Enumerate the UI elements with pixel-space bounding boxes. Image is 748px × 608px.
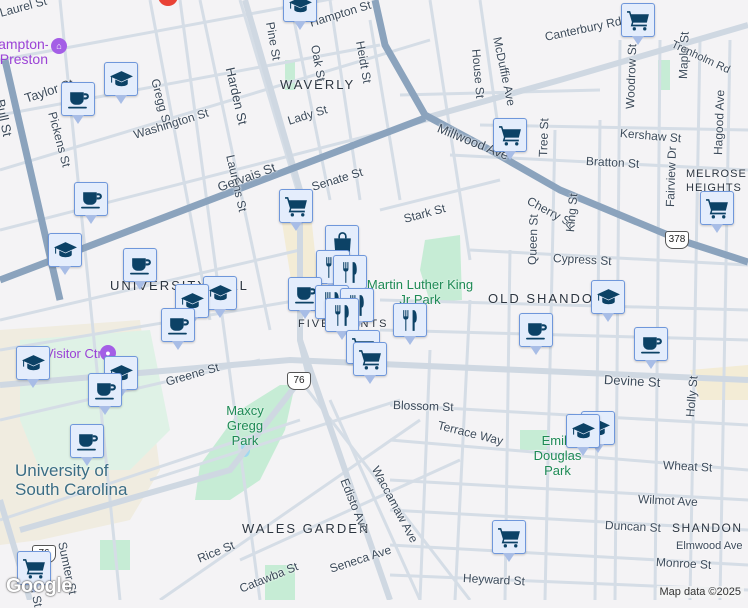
street-label: Devine St — [603, 372, 661, 390]
graduation-cap-icon — [596, 285, 621, 310]
fork-knife-icon — [330, 303, 355, 328]
street-label: Bratton St — [585, 154, 640, 171]
graduation-cap-icon — [571, 419, 596, 444]
grocery-marker[interactable] — [621, 3, 655, 45]
coffee-cup-icon — [75, 429, 100, 454]
shopping-cart-icon — [498, 123, 523, 148]
grocery-marker[interactable] — [700, 191, 734, 233]
fork-knife-icon — [398, 308, 423, 333]
restaurant-marker[interactable] — [333, 255, 367, 297]
shopping-cart-icon — [626, 8, 651, 33]
street-label: Hagood Ave — [711, 89, 728, 156]
school-marker[interactable] — [16, 346, 50, 388]
street-label: Blossom St — [392, 398, 454, 415]
restaurant-marker[interactable] — [325, 298, 359, 340]
coffee-marker[interactable] — [70, 424, 104, 466]
coffee-marker[interactable] — [61, 82, 95, 124]
graduation-cap-icon — [53, 238, 78, 263]
shopping-cart-icon — [705, 196, 730, 221]
street-label: Duncan St — [604, 518, 662, 535]
grocery-marker[interactable] — [492, 520, 526, 562]
school-marker[interactable] — [591, 280, 625, 322]
street-label: Tree St — [536, 117, 552, 158]
shopping-cart-icon — [497, 525, 522, 550]
shopping-cart-icon — [284, 194, 309, 219]
street-label: Wheat St — [662, 458, 713, 475]
graduation-cap-icon — [288, 0, 313, 18]
street-label: Woodrow St — [623, 43, 640, 110]
street-label: Queen St — [525, 214, 541, 266]
coffee-cup-icon — [79, 187, 104, 212]
school-marker[interactable] — [48, 233, 82, 275]
campus-label[interactable]: University of South Carolina — [15, 461, 155, 499]
street-label: Monroe St — [655, 555, 712, 572]
school-marker[interactable] — [566, 414, 600, 456]
coffee-cup-icon — [639, 332, 664, 357]
shopping-cart-icon — [358, 347, 383, 372]
route-378-shield: 378 — [665, 231, 689, 249]
coffee-marker[interactable] — [634, 327, 668, 369]
restaurant-marker[interactable] — [393, 303, 427, 345]
google-logo[interactable]: Google — [6, 575, 72, 598]
poi-label-visitor-center[interactable]: Visitor Ctr — [45, 346, 102, 361]
neighborhood-label: WALES GARDEN — [242, 521, 371, 536]
coffee-cup-icon — [128, 253, 153, 278]
street-label: Elmwood Ave — [676, 540, 743, 552]
fork-knife-icon — [338, 260, 363, 285]
graduation-cap-icon — [109, 67, 134, 92]
coffee-marker[interactable] — [123, 248, 157, 290]
museum-icon[interactable]: ⌂ — [51, 38, 67, 54]
coffee-marker[interactable] — [88, 373, 122, 415]
coffee-marker[interactable] — [519, 313, 553, 355]
park-label-maxcy-gregg[interactable]: Maxcy Gregg Park — [215, 403, 275, 448]
school-marker[interactable] — [104, 62, 138, 104]
coffee-cup-icon — [524, 318, 549, 343]
coffee-cup-icon — [66, 87, 91, 112]
coffee-cup-icon — [93, 378, 118, 403]
graduation-cap-icon — [21, 351, 46, 376]
street-label: Fairview Dr — [663, 146, 680, 208]
neighborhood-label: SHANDON — [672, 521, 743, 535]
map-attribution[interactable]: Map data ©2025 — [656, 586, 744, 598]
coffee-cup-icon — [166, 313, 191, 338]
route-76-shield: 76 — [287, 372, 311, 390]
poi-label-house-gardens[interactable]: Hampton-Preston Mansion House Gardens — [0, 37, 48, 67]
school-marker[interactable] — [283, 0, 317, 30]
neighborhood-label: OLD SHANDON — [488, 291, 606, 306]
grocery-marker[interactable] — [353, 342, 387, 384]
grocery-marker[interactable] — [279, 189, 313, 231]
coffee-marker[interactable] — [161, 308, 195, 350]
graduation-cap-icon — [208, 281, 233, 306]
coffee-marker[interactable] — [74, 182, 108, 224]
street-label: Cypress St — [552, 251, 612, 269]
grocery-marker[interactable] — [493, 118, 527, 160]
